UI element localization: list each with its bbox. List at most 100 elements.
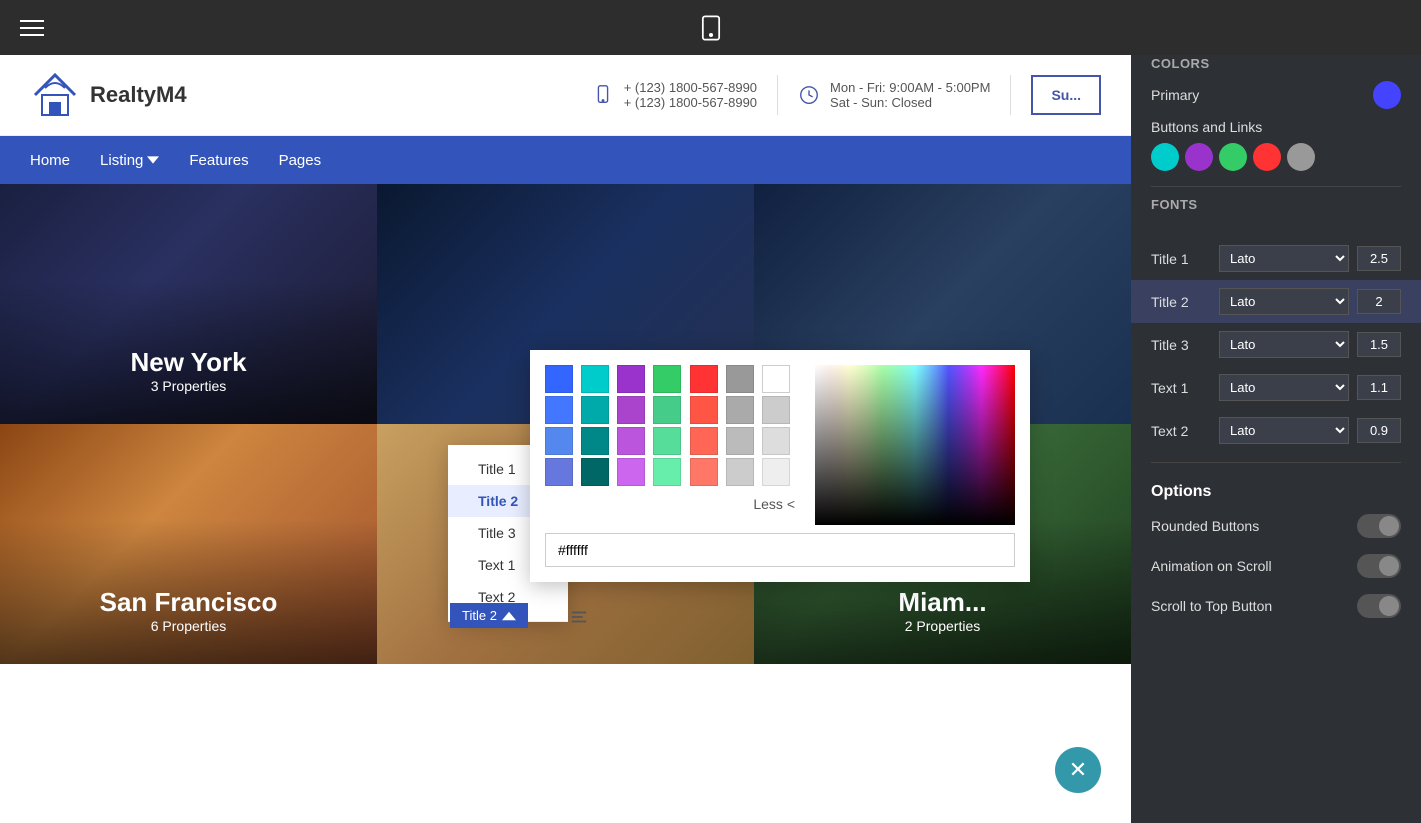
swatch-p2[interactable]	[617, 396, 645, 424]
property-name: New York	[130, 347, 246, 378]
nav-listing[interactable]: Listing	[100, 152, 159, 169]
swatch-lgt2[interactable]	[762, 427, 790, 455]
property-card-new-york[interactable]: New York 3 Properties	[0, 184, 377, 424]
swatch-t4[interactable]	[581, 458, 609, 486]
swatch-gray[interactable]	[726, 365, 754, 393]
swatch-white[interactable]	[762, 365, 790, 393]
chevron-down-icon	[147, 154, 159, 166]
property-name-sf: San Francisco	[100, 587, 278, 618]
swatch-green[interactable]	[653, 365, 681, 393]
option-rounded-buttons: Rounded Buttons	[1131, 506, 1421, 546]
swatch-teal[interactable]	[581, 365, 609, 393]
primary-color-row: Primary	[1151, 81, 1401, 109]
top-toolbar	[0, 0, 1421, 55]
swatch-r4[interactable]	[690, 458, 718, 486]
close-button[interactable]: ✕	[1055, 747, 1101, 793]
phone-icon	[592, 84, 614, 106]
swatch-grid	[545, 365, 795, 486]
swatch-lgt3[interactable]	[762, 458, 790, 486]
swatch-g2[interactable]	[653, 396, 681, 424]
property-name-miami: Miam...	[898, 587, 986, 618]
scroll-top-label: Scroll to Top Button	[1151, 598, 1272, 614]
swatch-g4[interactable]	[653, 458, 681, 486]
btn-color-green[interactable]	[1219, 143, 1247, 171]
nav-features[interactable]: Features	[189, 152, 248, 169]
fonts-label: Fonts	[1151, 197, 1401, 212]
swatch-p4[interactable]	[617, 458, 645, 486]
btn-color-red[interactable]	[1253, 143, 1281, 171]
less-button[interactable]: Less <	[545, 496, 795, 512]
mobile-preview-button[interactable]	[697, 14, 725, 42]
font-select-title1[interactable]: Lato	[1219, 245, 1349, 272]
btn-color-purple[interactable]	[1185, 143, 1213, 171]
hours-contact: Mon - Fri: 9:00AM - 5:00PM Sat - Sun: Cl…	[798, 80, 990, 110]
phone-contact: + (123) 1800-567-8990 + (123) 1800-567-8…	[592, 80, 757, 110]
animation-scroll-label: Animation on Scroll	[1151, 558, 1272, 574]
hours-text: Mon - Fri: 9:00AM - 5:00PM	[830, 80, 990, 95]
font-row-text1: Text 1 Lato	[1131, 366, 1421, 409]
phone2-text: + (123) 1800-567-8990	[624, 95, 757, 110]
align-icon	[570, 608, 588, 626]
primary-color-dot[interactable]	[1373, 81, 1401, 109]
options-section-header: Options	[1131, 473, 1421, 506]
subscribe-button[interactable]: Su...	[1031, 75, 1101, 115]
gradient-picker-area	[815, 365, 1015, 525]
hamburger-menu[interactable]	[20, 20, 44, 36]
buttons-links-label: Buttons and Links	[1151, 119, 1401, 135]
font-select-text1[interactable]: Lato	[1219, 374, 1349, 401]
divider	[777, 75, 778, 115]
swatch-gr3[interactable]	[726, 427, 754, 455]
font-size-title1[interactable]	[1357, 246, 1401, 271]
font-size-text2[interactable]	[1357, 418, 1401, 443]
chevron-up-icon	[502, 609, 516, 623]
rounded-buttons-toggle[interactable]	[1357, 514, 1401, 538]
font-size-title2[interactable]	[1357, 289, 1401, 314]
title2-tooltip-button[interactable]: Title 2	[450, 603, 528, 628]
btn-color-teal[interactable]	[1151, 143, 1179, 171]
swatch-r3[interactable]	[690, 427, 718, 455]
swatch-purple[interactable]	[617, 365, 645, 393]
option-animation-scroll: Animation on Scroll	[1131, 546, 1421, 586]
divider2	[1010, 75, 1011, 115]
swatch-r2[interactable]	[690, 396, 718, 424]
scroll-top-toggle[interactable]	[1357, 594, 1401, 618]
less-row: Less <	[545, 496, 795, 512]
swatch-g3[interactable]	[653, 427, 681, 455]
swatch-t3[interactable]	[581, 427, 609, 455]
swatch-red[interactable]	[690, 365, 718, 393]
font-select-title2[interactable]: Lato	[1219, 288, 1349, 315]
animation-scroll-toggle[interactable]	[1357, 554, 1401, 578]
property-card-sf[interactable]: San Francisco 6 Properties	[0, 424, 377, 664]
swatch-lgt[interactable]	[762, 396, 790, 424]
property-count-sf: 6 Properties	[151, 618, 226, 634]
right-panel: Site Styles Colors Primary Buttons and L…	[1131, 0, 1421, 823]
property-count-miami: 2 Properties	[905, 618, 980, 634]
font-select-text2[interactable]: Lato	[1219, 417, 1349, 444]
font-size-text1[interactable]	[1357, 375, 1401, 400]
property-overlay: New York 3 Properties	[0, 184, 377, 424]
site-nav: Home Listing Features Pages	[0, 136, 1131, 184]
font-size-title3[interactable]	[1357, 332, 1401, 357]
swatch-b2[interactable]	[545, 396, 573, 424]
nav-pages[interactable]: Pages	[279, 152, 322, 169]
nav-home[interactable]: Home	[30, 152, 70, 169]
swatch-gr2[interactable]	[726, 396, 754, 424]
align-icon-button[interactable]	[570, 608, 588, 631]
hex-color-input[interactable]	[545, 533, 1015, 567]
font-row-title3: Title 3 Lato	[1131, 323, 1421, 366]
divider-options	[1151, 462, 1401, 463]
swatch-t2[interactable]	[581, 396, 609, 424]
swatch-b3[interactable]	[545, 427, 573, 455]
btn-color-gray[interactable]	[1287, 143, 1315, 171]
swatch-gr4[interactable]	[726, 458, 754, 486]
color-picker-panel: Less <	[530, 350, 1030, 582]
logo-area: RealtyM4	[30, 70, 187, 120]
color-gradient[interactable]	[815, 365, 1015, 525]
btn-colors-row	[1151, 143, 1401, 171]
options-label: Options	[1151, 483, 1211, 500]
swatch-p3[interactable]	[617, 427, 645, 455]
swatch-b4[interactable]	[545, 458, 573, 486]
swatch-blue[interactable]	[545, 365, 573, 393]
font-name-title1: Title 1	[1151, 251, 1211, 267]
font-select-title3[interactable]: Lato	[1219, 331, 1349, 358]
